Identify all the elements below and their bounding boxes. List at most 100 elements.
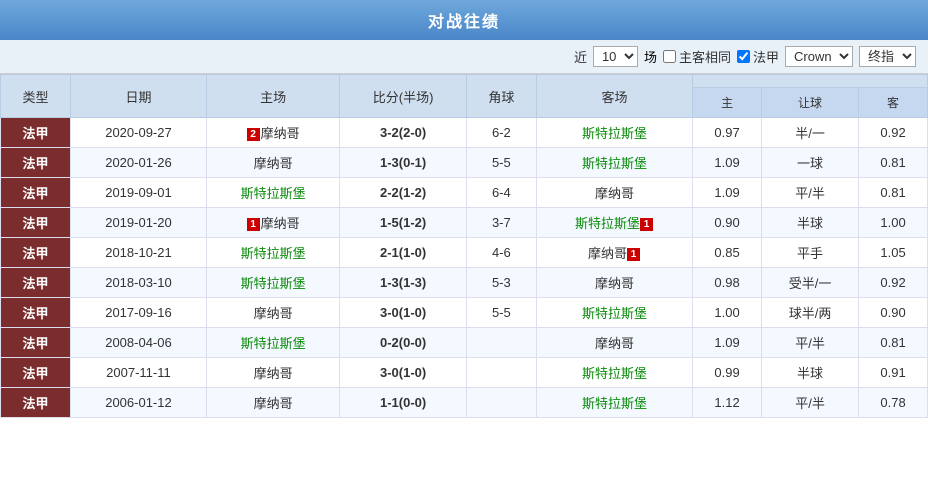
league-checkbox-label[interactable]: 法甲 bbox=[737, 47, 779, 66]
cell-let-ball: 平/半 bbox=[762, 388, 859, 418]
cell-away-odds: 1.00 bbox=[859, 208, 928, 238]
page-title: 对战往绩 bbox=[428, 14, 500, 31]
cell-corner: 6-2 bbox=[466, 118, 536, 148]
cell-away: 斯特拉斯堡 bbox=[536, 388, 692, 418]
cell-let-ball: 半/一 bbox=[762, 118, 859, 148]
cell-let-ball: 一球 bbox=[762, 148, 859, 178]
cell-away-odds: 0.90 bbox=[859, 298, 928, 328]
col-away: 客场 bbox=[536, 75, 692, 118]
cell-let-ball: 受半/一 bbox=[762, 268, 859, 298]
cell-type: 法甲 bbox=[1, 238, 71, 268]
field-label: 场 bbox=[644, 47, 657, 66]
col-date: 日期 bbox=[71, 75, 207, 118]
cell-away-odds: 1.05 bbox=[859, 238, 928, 268]
table-row: 法甲2018-10-21斯特拉斯堡2-1(1-0)4-6摩纳哥10.85平手1.… bbox=[1, 238, 928, 268]
cell-date: 2018-10-21 bbox=[71, 238, 207, 268]
cell-type: 法甲 bbox=[1, 358, 71, 388]
cell-let-ball: 平手 bbox=[762, 238, 859, 268]
cell-home: 1摩纳哥 bbox=[206, 208, 340, 238]
cell-home: 斯特拉斯堡 bbox=[206, 268, 340, 298]
col-home: 主场 bbox=[206, 75, 340, 118]
table-row: 法甲2020-01-26摩纳哥1-3(0-1)5-5斯特拉斯堡1.09一球0.8… bbox=[1, 148, 928, 178]
col-corner: 角球 bbox=[466, 75, 536, 118]
cell-let-ball: 球半/两 bbox=[762, 298, 859, 328]
cell-score: 2-1(1-0) bbox=[340, 238, 466, 268]
cell-main-odds: 0.98 bbox=[693, 268, 762, 298]
cell-score: 1-3(0-1) bbox=[340, 148, 466, 178]
cell-type: 法甲 bbox=[1, 298, 71, 328]
cell-away: 斯特拉斯堡 bbox=[536, 358, 692, 388]
league-checkbox[interactable] bbox=[737, 50, 750, 63]
cell-let-ball: 平/半 bbox=[762, 328, 859, 358]
cell-away: 摩纳哥 bbox=[536, 268, 692, 298]
table-row: 法甲2018-03-10斯特拉斯堡1-3(1-3)5-3摩纳哥0.98受半/一0… bbox=[1, 268, 928, 298]
cell-home: 摩纳哥 bbox=[206, 388, 340, 418]
cell-away-odds: 0.92 bbox=[859, 268, 928, 298]
filter-bar: 近 5 10 15 20 场 主客相同 法甲 Crown 亚盘 欧赔 终指 初指 bbox=[0, 40, 928, 74]
near-select[interactable]: 5 10 15 20 bbox=[593, 46, 638, 67]
header-row: 类型 日期 主场 比分(半场) 角球 客场 bbox=[1, 75, 928, 88]
cell-home: 2摩纳哥 bbox=[206, 118, 340, 148]
cell-main-odds: 1.09 bbox=[693, 328, 762, 358]
cell-date: 2018-03-10 bbox=[71, 268, 207, 298]
cell-date: 2017-09-16 bbox=[71, 298, 207, 328]
cell-let-ball: 半球 bbox=[762, 208, 859, 238]
cell-away: 斯特拉斯堡 bbox=[536, 118, 692, 148]
table-row: 法甲2017-09-16摩纳哥3-0(1-0)5-5斯特拉斯堡1.00球半/两0… bbox=[1, 298, 928, 328]
cell-away-odds: 0.91 bbox=[859, 358, 928, 388]
cell-away-odds: 0.81 bbox=[859, 178, 928, 208]
cell-main-odds: 0.85 bbox=[693, 238, 762, 268]
cell-score: 3-2(2-0) bbox=[340, 118, 466, 148]
cell-type: 法甲 bbox=[1, 268, 71, 298]
cell-away: 斯特拉斯堡1 bbox=[536, 208, 692, 238]
cell-main-odds: 1.00 bbox=[693, 298, 762, 328]
same-venue-checkbox-label[interactable]: 主客相同 bbox=[663, 47, 731, 66]
cell-corner: 5-3 bbox=[466, 268, 536, 298]
company-select[interactable]: Crown 亚盘 欧赔 bbox=[785, 46, 853, 67]
cell-home: 斯特拉斯堡 bbox=[206, 178, 340, 208]
league-label: 法甲 bbox=[753, 47, 779, 66]
table-row: 法甲2019-09-01斯特拉斯堡2-2(1-2)6-4摩纳哥1.09平/半0.… bbox=[1, 178, 928, 208]
cell-type: 法甲 bbox=[1, 118, 71, 148]
cell-home: 斯特拉斯堡 bbox=[206, 238, 340, 268]
cell-corner bbox=[466, 358, 536, 388]
cell-type: 法甲 bbox=[1, 148, 71, 178]
cell-score: 3-0(1-0) bbox=[340, 358, 466, 388]
cell-corner: 5-5 bbox=[466, 298, 536, 328]
col-let-ball: 让球 bbox=[762, 88, 859, 118]
cell-let-ball: 平/半 bbox=[762, 178, 859, 208]
cell-date: 2008-04-06 bbox=[71, 328, 207, 358]
cell-score: 2-2(1-2) bbox=[340, 178, 466, 208]
cell-main-odds: 1.09 bbox=[693, 148, 762, 178]
cell-date: 2006-01-12 bbox=[71, 388, 207, 418]
cell-main-odds: 0.97 bbox=[693, 118, 762, 148]
cell-away: 摩纳哥 bbox=[536, 178, 692, 208]
col-odds-group bbox=[693, 75, 928, 88]
cell-date: 2020-09-27 bbox=[71, 118, 207, 148]
cell-score: 1-3(1-3) bbox=[340, 268, 466, 298]
same-venue-checkbox[interactable] bbox=[663, 50, 676, 63]
table-row: 法甲2006-01-12摩纳哥1-1(0-0)斯特拉斯堡1.12平/半0.78 bbox=[1, 388, 928, 418]
cell-home: 摩纳哥 bbox=[206, 298, 340, 328]
cell-main-odds: 0.90 bbox=[693, 208, 762, 238]
cell-main-odds: 0.99 bbox=[693, 358, 762, 388]
cell-away-odds: 0.78 bbox=[859, 388, 928, 418]
col-score: 比分(半场) bbox=[340, 75, 466, 118]
table-body: 法甲2020-09-272摩纳哥3-2(2-0)6-2斯特拉斯堡0.97半/一0… bbox=[1, 118, 928, 418]
table-row: 法甲2020-09-272摩纳哥3-2(2-0)6-2斯特拉斯堡0.97半/一0… bbox=[1, 118, 928, 148]
cell-corner bbox=[466, 388, 536, 418]
cell-type: 法甲 bbox=[1, 178, 71, 208]
cell-score: 1-5(1-2) bbox=[340, 208, 466, 238]
cell-type: 法甲 bbox=[1, 208, 71, 238]
cell-corner: 5-5 bbox=[466, 148, 536, 178]
cell-score: 0-2(0-0) bbox=[340, 328, 466, 358]
table-row: 法甲2008-04-06斯特拉斯堡0-2(0-0)摩纳哥1.09平/半0.81 bbox=[1, 328, 928, 358]
cell-home: 斯特拉斯堡 bbox=[206, 328, 340, 358]
col-away-odds: 客 bbox=[859, 88, 928, 118]
cell-date: 2019-01-20 bbox=[71, 208, 207, 238]
table-row: 法甲2019-01-201摩纳哥1-5(1-2)3-7斯特拉斯堡10.90半球1… bbox=[1, 208, 928, 238]
end-select[interactable]: 终指 初指 bbox=[859, 46, 916, 67]
title-bar: 对战往绩 bbox=[0, 0, 928, 40]
near-label: 近 bbox=[574, 47, 587, 66]
cell-let-ball: 半球 bbox=[762, 358, 859, 388]
